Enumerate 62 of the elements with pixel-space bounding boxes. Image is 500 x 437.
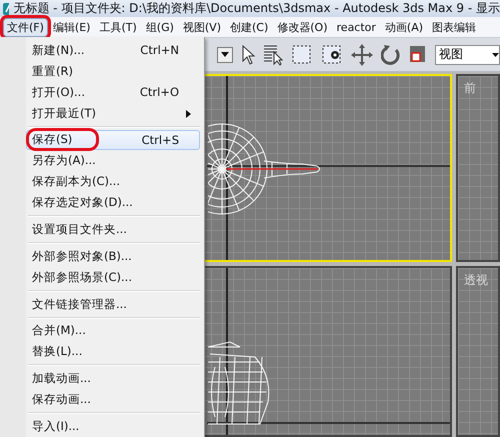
window-crossing-icon[interactable] [321,44,343,66]
shortcut-text: Ctrl+O [140,85,179,100]
menu-entry[interactable]: 外部参照对象(B)... [26,246,200,267]
menu-entry-label: 外部参照对象(B)... [32,248,132,264]
menu-item[interactable]: 编辑(E) [48,18,94,36]
menu-item[interactable]: 动画(A) [380,18,428,36]
shortcut-text: Ctrl+N [140,43,179,58]
menu-entry-label: 新建(N)... [32,42,85,58]
menu-item[interactable]: 修改器(O) [273,18,332,36]
menu-entry[interactable]: 加载动画... [26,368,200,390]
app-icon [2,2,10,16]
menu-entry[interactable]: 合并(M)... [26,320,200,342]
menu-entry-label: 打开(O)... [32,84,85,100]
scale-icon[interactable] [409,44,427,64]
menu-entry[interactable]: 替换(L)... [26,341,200,362]
view-dropdown[interactable]: 视图 [435,44,500,64]
menu-item[interactable]: 文件(F) [3,18,48,36]
viewport-label: 前 [464,80,476,97]
menu-entry-label: 保存副本为(C)... [32,174,120,190]
menu-item[interactable]: 图表编辑 [428,18,480,36]
menu-item[interactable]: 工具(T) [95,18,141,36]
menu-entry[interactable]: 重置(R) [26,60,200,82]
menu-entry-label: 外部参照场景(C)... [32,270,132,285]
menu-entry-label: 保存动画... [32,392,91,408]
cursor-icon[interactable] [241,44,255,64]
menu-entry-label: 重置(R) [32,64,73,79]
menu-entry-label: 文件链接管理器... [32,296,127,312]
menu-entry[interactable]: 文件链接管理器... [26,294,200,315]
menu-item[interactable]: reactor [332,18,380,36]
dropdown-arrow-button[interactable] [217,46,233,62]
menu-entry-label: 设置项目文件夹... [32,222,127,237]
move-icon[interactable] [351,44,373,66]
menu-entry[interactable]: 另存为(A)... [26,150,200,172]
menu-entry-label: 打开最近(T) [32,106,96,121]
menu-item[interactable]: 创建(C) [226,18,272,36]
caret-icon [492,52,499,56]
menu-entry[interactable]: 保存(S) Ctrl+S [26,130,200,150]
menu-entry-label: 导入(I)... [32,418,80,434]
menu-entry[interactable]: 保存动画... [26,389,200,410]
menu-entry-label: 另存为(A)... [32,153,96,168]
rectangle-selection-icon[interactable] [291,44,313,66]
menu-entry-label: 保存选定对象(D)... [32,195,133,210]
caret-icon [221,52,229,57]
menu-item[interactable]: 视图(V) [178,18,225,36]
menu-item[interactable]: 组(G) [142,18,178,36]
select-by-name-icon[interactable] [263,44,283,66]
viewport-label: 透视 [464,272,488,289]
menu-entry-label: 保存(S) [29,131,96,148]
menu-entry[interactable]: 打开(O)... Ctrl+O [26,82,200,103]
rotate-icon[interactable] [381,44,401,66]
window-title: 无标题 - 项目文件夹: D:\我的资料库\Documents\3dsmax - Autodesk 3ds Max 9 - 显示 [13,0,500,17]
menu-entry-label: 替换(L)... [32,344,82,360]
menu-entry[interactable]: 导入(I)... [26,416,200,437]
menu-entry-label: 加载动画... [32,371,91,386]
menu-entry[interactable]: 保存选定对象(D)... [26,192,200,214]
menu-entry[interactable]: 外部参照场景(C)... [26,266,200,288]
menu-entry[interactable]: 打开最近(T) [26,102,200,124]
menu-entry[interactable]: 保存副本为(C)... [26,171,200,192]
menu-entry-label: 合并(M)... [32,323,86,338]
shortcut-text: Ctrl+S [142,132,179,147]
menu-entry[interactable]: 新建(N)... Ctrl+N [26,40,200,61]
menu-entry[interactable]: 设置项目文件夹... [26,219,200,240]
